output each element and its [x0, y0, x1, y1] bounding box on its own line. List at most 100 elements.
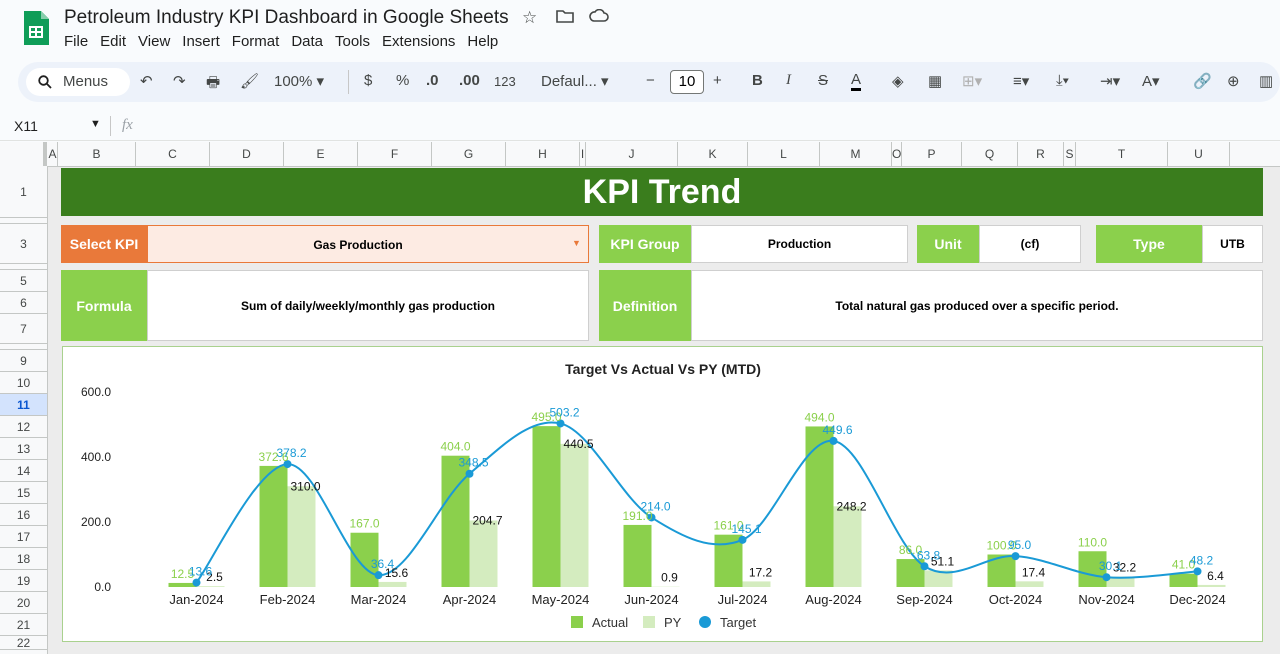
- row-header-20[interactable]: 20: [0, 592, 47, 614]
- row-header-1[interactable]: 1: [0, 166, 47, 218]
- row-header-15[interactable]: 15: [0, 482, 47, 504]
- kpi-trend-chart[interactable]: Target Vs Actual Vs PY (MTD) 0.0 200.0 400…: [62, 346, 1263, 642]
- target-data-label: 36.4: [371, 557, 395, 571]
- star-icon[interactable]: ☆: [522, 8, 537, 28]
- select-all-corner[interactable]: [0, 142, 47, 166]
- merge-cells-icon[interactable]: ⊞▾: [962, 72, 982, 90]
- strikethrough-button[interactable]: S: [818, 72, 828, 89]
- insert-comment-icon[interactable]: ⊕: [1227, 72, 1240, 90]
- row-header-3[interactable]: 3: [0, 224, 47, 264]
- legend-swatch-target: [699, 616, 711, 628]
- increase-font-size-button[interactable]: +: [713, 72, 722, 89]
- definition-value[interactable]: Total natural gas produced over a specif…: [691, 270, 1263, 341]
- menu-format[interactable]: Format: [226, 33, 286, 50]
- select-kpi-dropdown[interactable]: Gas Production ▼: [147, 225, 589, 263]
- menu-view[interactable]: View: [132, 33, 176, 50]
- align-horizontal-icon[interactable]: ≡▾: [1013, 72, 1029, 90]
- column-header-e[interactable]: E: [284, 142, 358, 166]
- x-tick-label: Dec-2024: [1169, 592, 1225, 607]
- formula-input[interactable]: [145, 114, 1275, 138]
- target-data-label: 63.8: [917, 548, 941, 562]
- menu-insert[interactable]: Insert: [176, 33, 226, 50]
- move-folder-icon[interactable]: [556, 8, 574, 29]
- fill-color-icon[interactable]: ◈: [892, 72, 904, 90]
- font-select[interactable]: Defaul... ▾: [541, 72, 609, 90]
- sheets-logo-icon[interactable]: [22, 9, 50, 47]
- name-box[interactable]: X11 ▼: [14, 118, 101, 134]
- column-header-o[interactable]: O: [892, 142, 902, 166]
- row-header-6[interactable]: 6: [0, 292, 47, 314]
- column-header-k[interactable]: K: [678, 142, 748, 166]
- column-header-m[interactable]: M: [820, 142, 892, 166]
- row-header-18[interactable]: 18: [0, 548, 47, 570]
- formula-value[interactable]: Sum of daily/weekly/monthly gas producti…: [147, 270, 589, 341]
- row-header-21[interactable]: 21: [0, 614, 47, 636]
- undo-icon[interactable]: ↶: [140, 72, 153, 90]
- decrease-decimal-button[interactable]: .0: [426, 72, 439, 89]
- currency-button[interactable]: $: [364, 72, 372, 89]
- column-header-r[interactable]: R: [1018, 142, 1064, 166]
- menu-edit[interactable]: Edit: [94, 33, 132, 50]
- zoom-select[interactable]: 100% ▾: [274, 72, 324, 90]
- row-header-11[interactable]: 11: [0, 394, 47, 416]
- decrease-font-size-button[interactable]: −: [646, 72, 655, 89]
- menu-tools[interactable]: Tools: [329, 33, 376, 50]
- column-header-b[interactable]: B: [58, 142, 136, 166]
- row-header-12[interactable]: 12: [0, 416, 47, 438]
- text-color-button[interactable]: A: [851, 72, 862, 91]
- column-header-s[interactable]: S: [1064, 142, 1076, 166]
- column-header-f[interactable]: F: [358, 142, 432, 166]
- paint-format-icon[interactable]: 🖌: [240, 72, 259, 90]
- menu-extensions[interactable]: Extensions: [376, 33, 461, 50]
- align-vertical-icon[interactable]: ⤓▾: [1056, 72, 1069, 89]
- row-header-10[interactable]: 10: [0, 372, 47, 394]
- row-header-9[interactable]: 9: [0, 350, 47, 372]
- font-value: Defaul...: [541, 73, 597, 90]
- row-header-13[interactable]: 13: [0, 438, 47, 460]
- column-header-d[interactable]: D: [210, 142, 284, 166]
- increase-decimal-button[interactable]: .00: [459, 72, 480, 89]
- column-header-p[interactable]: P: [902, 142, 962, 166]
- column-header-a[interactable]: A: [48, 142, 58, 166]
- row-header-7[interactable]: 7: [0, 314, 47, 344]
- row-header-5[interactable]: 5: [0, 270, 47, 292]
- redo-icon[interactable]: ↷: [173, 72, 186, 90]
- py-data-label: 310.0: [290, 479, 320, 493]
- menu-help[interactable]: Help: [461, 33, 504, 50]
- print-icon[interactable]: 🖶: [206, 72, 220, 97]
- cloud-status-icon[interactable]: [589, 8, 609, 28]
- menu-data[interactable]: Data: [285, 33, 329, 50]
- insert-link-icon[interactable]: 🔗: [1193, 72, 1212, 90]
- menu-file[interactable]: File: [58, 33, 94, 50]
- text-rotation-icon[interactable]: A▾: [1142, 72, 1160, 90]
- type-value[interactable]: UTB: [1202, 225, 1263, 263]
- row-header-22[interactable]: 22: [0, 636, 47, 650]
- bold-button[interactable]: B: [752, 72, 763, 89]
- bar-actual: [1169, 573, 1198, 587]
- italic-button[interactable]: I: [786, 72, 791, 89]
- borders-icon[interactable]: ▦: [928, 72, 942, 90]
- column-header-t[interactable]: T: [1076, 142, 1168, 166]
- column-header-l[interactable]: L: [748, 142, 820, 166]
- column-header-g[interactable]: G: [432, 142, 506, 166]
- number-format-button[interactable]: 123: [494, 74, 516, 89]
- insert-chart-icon[interactable]: ▥: [1259, 72, 1273, 90]
- target-point: [465, 469, 474, 478]
- py-data-label: 6.4: [1207, 569, 1224, 583]
- row-header-16[interactable]: 16: [0, 504, 47, 526]
- kpi-group-value[interactable]: Production: [691, 225, 908, 263]
- column-header-h[interactable]: H: [506, 142, 580, 166]
- text-wrap-icon[interactable]: ⇥▾: [1100, 72, 1120, 90]
- column-header-u[interactable]: U: [1168, 142, 1230, 166]
- menus-search[interactable]: Menus: [26, 68, 130, 96]
- column-header-q[interactable]: Q: [962, 142, 1018, 166]
- percent-button[interactable]: %: [396, 72, 409, 89]
- document-title[interactable]: Petroleum Industry KPI Dashboard in Goog…: [64, 7, 509, 29]
- font-size-input[interactable]: 10: [670, 70, 704, 94]
- unit-value[interactable]: (cf): [979, 225, 1081, 263]
- column-header-c[interactable]: C: [136, 142, 210, 166]
- row-header-14[interactable]: 14: [0, 460, 47, 482]
- row-header-17[interactable]: 17: [0, 526, 47, 548]
- row-header-19[interactable]: 19: [0, 570, 47, 592]
- column-header-j[interactable]: J: [586, 142, 678, 166]
